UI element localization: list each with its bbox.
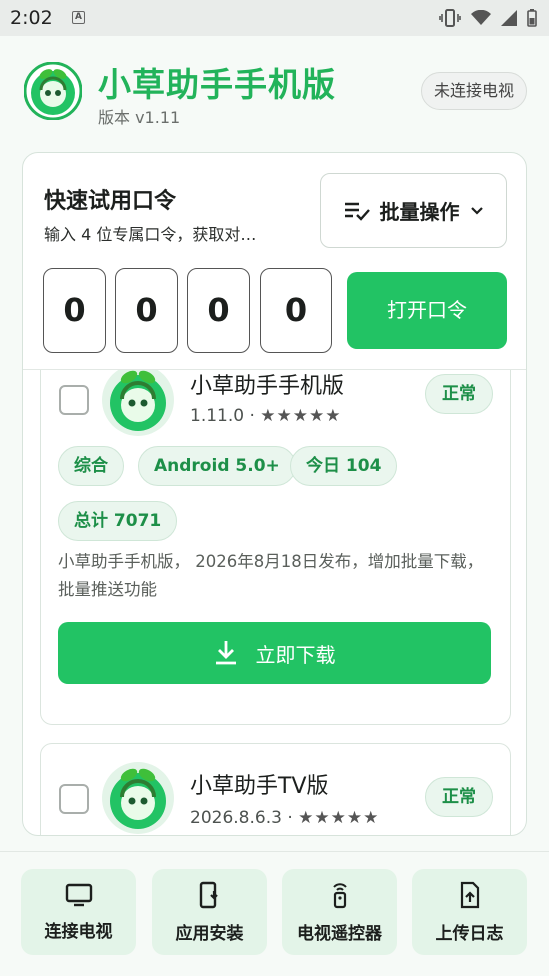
app-name: 小草助手手机版 (190, 374, 345, 399)
app-icon (102, 762, 174, 834)
nav-app-install[interactable]: 应用安装 (152, 869, 267, 955)
code-digit-2[interactable]: 0 (115, 268, 178, 353)
status-time: 2:02 (10, 7, 53, 29)
chevron-down-icon (470, 206, 483, 215)
tag: 总计 7071 (58, 501, 178, 541)
app-version: 2026.8.6.3 (190, 808, 282, 828)
app-name: 小草助手TV版 (190, 774, 329, 799)
notification-icon: A (72, 11, 85, 24)
status-icons (439, 8, 537, 28)
app-rating: ★★★★★ (298, 808, 380, 828)
upload-file-icon (460, 881, 479, 908)
app-header: 小草助手手机版 版本 v1.11 未连接电视 (0, 36, 549, 146)
app-card: 小草助手手机版 1.11.0 · ★★★★★ 正常 综合 Android 5.0… (40, 370, 511, 725)
select-checkbox[interactable] (59, 784, 89, 814)
app-card: 小草助手TV版 2026.8.6.3 · ★★★★★ 正常 (40, 743, 511, 835)
vibrate-icon (439, 9, 461, 27)
nav-label: 连接电视 (44, 921, 113, 942)
code-digit-1[interactable]: 0 (43, 268, 106, 353)
phone-install-icon (199, 881, 218, 908)
nav-connect-tv[interactable]: 连接电视 (21, 869, 136, 955)
app-icon (102, 370, 174, 436)
tag: 综合 (58, 446, 124, 486)
download-button[interactable]: 立即下载 (58, 622, 491, 684)
battery-icon (527, 9, 537, 27)
nav-label: 电视遥控器 (297, 923, 382, 944)
code-digit-4[interactable]: 0 (260, 268, 332, 353)
status-bar: 2:02 A (0, 0, 549, 36)
tag: Android 5.0+ (138, 446, 296, 486)
checklist-icon (344, 202, 370, 221)
app-title: 小草助手手机版 (98, 65, 336, 104)
batch-operation-label: 批量操作 (379, 200, 460, 224)
tv-icon (65, 883, 92, 906)
app-description: 小草助手手机版， 2026年8月18日发布，增加批量下载，批量推送功能 (58, 552, 484, 599)
nav-tv-remote[interactable]: 电视遥控器 (282, 869, 397, 955)
quick-trial-description: 输入 4 位专属口令，获取对… (44, 225, 257, 244)
batch-operation-button[interactable]: 批量操作 (320, 173, 507, 248)
app-version: 1.11.0 (190, 406, 245, 426)
tag: 今日 104 (290, 446, 398, 486)
bottom-nav: 连接电视 应用安装 电视遥控器 上传日志 (0, 851, 549, 976)
download-label: 立即下载 (255, 642, 336, 667)
signal-icon (501, 10, 517, 26)
main-panel: 快速试用口令 输入 4 位专属口令，获取对… 批量操作 0 0 0 0 打开口令… (22, 152, 527, 836)
app-rating: ★★★★★ (260, 406, 342, 426)
wifi-icon (471, 10, 491, 25)
nav-upload-log[interactable]: 上传日志 (412, 869, 527, 955)
status-badge: 正常 (425, 374, 493, 414)
quick-trial-title: 快速试用口令 (44, 189, 177, 214)
code-digit-3[interactable]: 0 (187, 268, 250, 353)
app-logo-icon (24, 62, 82, 120)
status-badge: 正常 (425, 777, 493, 817)
nav-label: 应用安装 (175, 923, 244, 944)
app-meta: 1.11.0 · ★★★★★ (190, 406, 342, 426)
tv-connection-status[interactable]: 未连接电视 (420, 72, 527, 110)
nav-label: 上传日志 (435, 923, 504, 944)
download-icon (215, 641, 236, 665)
open-code-button[interactable]: 打开口令 (347, 272, 507, 349)
app-version: 版本 v1.11 (98, 108, 181, 127)
app-meta: 2026.8.6.3 · ★★★★★ (190, 808, 380, 828)
app-list[interactable]: 小草助手手机版 1.11.0 · ★★★★★ 正常 综合 Android 5.0… (23, 370, 526, 835)
select-checkbox[interactable] (59, 385, 89, 415)
remote-icon (332, 882, 347, 908)
